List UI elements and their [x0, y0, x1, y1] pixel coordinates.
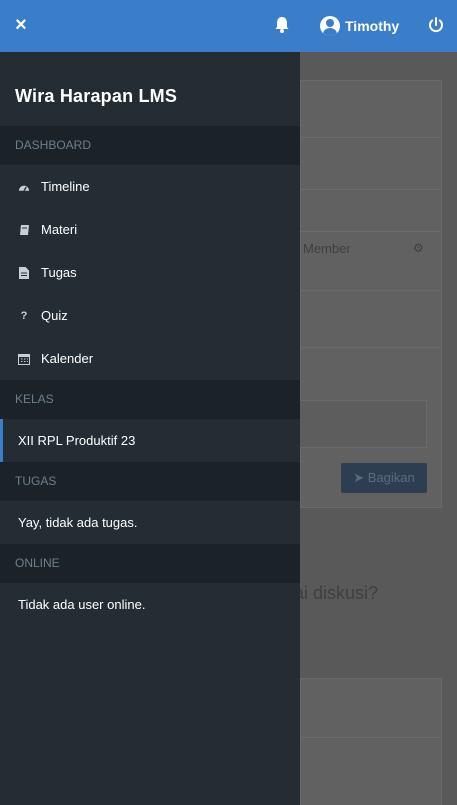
user-menu[interactable]: Timothy	[320, 14, 399, 38]
sidebar-item-class[interactable]: XII RPL Produktif 23	[0, 419, 300, 462]
tugas-empty-message: Yay, tidak ada tugas.	[18, 515, 138, 530]
sidebar-item-label: Kalender	[41, 351, 94, 366]
sidebar-item-label: Tugas	[41, 265, 77, 280]
sidebar-item-label: Timeline	[41, 179, 90, 194]
section-online: ONLINE	[0, 544, 300, 583]
username: Timothy	[345, 18, 400, 34]
share-button-label: Bagikan	[367, 470, 415, 485]
book-icon	[18, 224, 30, 236]
bell-icon[interactable]	[272, 15, 292, 35]
send-icon: ➤	[353, 470, 368, 485]
user-avatar-icon	[320, 16, 340, 36]
sidebar-item-materi[interactable]: Materi	[0, 208, 300, 251]
sidebar-item-label: Materi	[41, 222, 78, 237]
online-empty-message: Tidak ada user online.	[18, 597, 146, 612]
card-divider	[301, 737, 441, 738]
sidebar-item-kalender[interactable]: Kalender	[0, 337, 300, 380]
close-icon[interactable]: ×	[12, 14, 30, 36]
brand-title[interactable]: Wira Harapan LMS	[0, 52, 300, 126]
section-tugas: TUGAS	[0, 462, 300, 501]
sidebar-item-quiz[interactable]: ? Quiz	[0, 294, 300, 337]
post-input[interactable]	[300, 400, 427, 448]
power-icon[interactable]	[426, 15, 446, 35]
sidebar-item-label: Quiz	[41, 308, 68, 323]
calendar-icon	[18, 353, 30, 365]
sidebar-item-tugas[interactable]: Tugas	[0, 251, 300, 294]
card-divider	[301, 189, 441, 190]
member-label: Member	[303, 241, 351, 256]
section-dashboard: DASHBOARD	[0, 126, 300, 165]
discussion-text: ai diskusi?	[300, 583, 379, 603]
background-page: Member ⚙ ➤ Bagikan ai diskusi?	[300, 52, 457, 805]
file-icon	[18, 266, 30, 279]
sidebar: Wira Harapan LMS DASHBOARD Timeline Mate…	[0, 52, 300, 805]
gear-icon[interactable]: ⚙	[413, 241, 424, 255]
share-button[interactable]: ➤ Bagikan	[341, 463, 427, 493]
sidebar-item-timeline[interactable]: Timeline	[0, 165, 300, 208]
card-divider	[301, 137, 441, 138]
dashboard-gauge-icon	[18, 181, 30, 193]
bottom-card	[300, 678, 442, 805]
card-divider	[301, 347, 441, 348]
card-divider	[301, 231, 441, 232]
top-navbar: × Timothy	[0, 0, 457, 52]
background-card: Member ⚙	[300, 80, 442, 298]
section-kelas: KELAS	[0, 380, 300, 419]
question-icon: ?	[20, 309, 28, 322]
